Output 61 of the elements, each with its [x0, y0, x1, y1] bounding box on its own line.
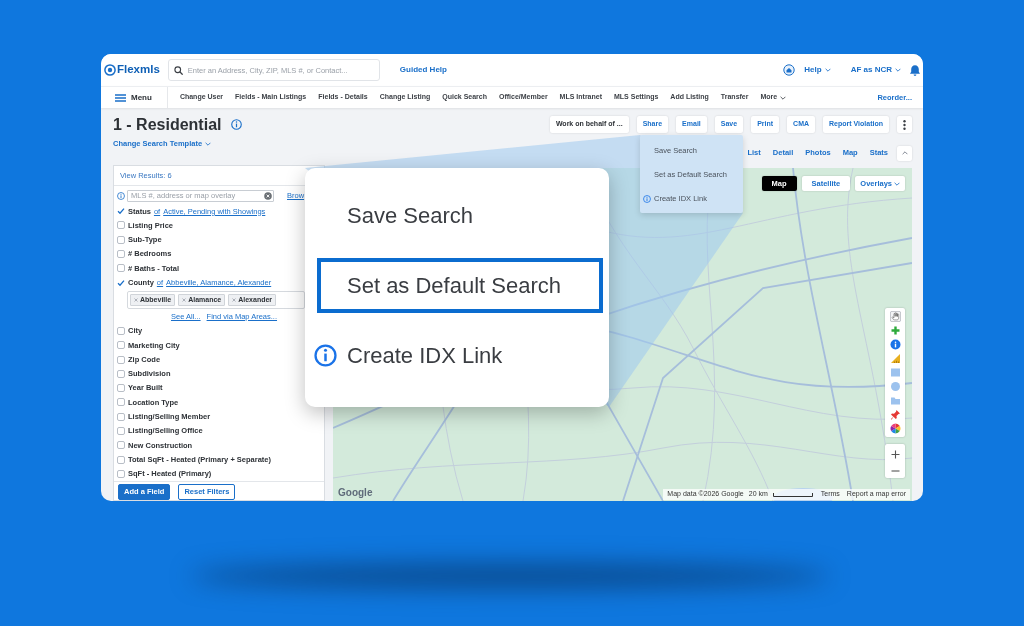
menu-icon [115, 93, 126, 102]
checkbox[interactable] [117, 369, 125, 378]
checkbox[interactable] [117, 355, 125, 364]
checkbox[interactable] [117, 412, 125, 421]
zoom-in-icon[interactable] [890, 449, 900, 459]
remove-icon[interactable] [134, 297, 138, 302]
callout-menu-item[interactable]: Set as Default Search [317, 258, 603, 313]
plus-icon[interactable] [889, 325, 901, 336]
user-menu[interactable]: AF as NCR [850, 64, 901, 76]
checkbox[interactable] [117, 427, 125, 435]
ruler-icon[interactable] [889, 353, 901, 364]
info-icon [643, 195, 651, 203]
logo-icon [104, 64, 116, 76]
collapse-button[interactable] [897, 145, 912, 161]
kebab-icon [903, 119, 906, 130]
callout-menu-item[interactable]: Save Search [317, 188, 603, 243]
checkbox[interactable] [117, 469, 125, 478]
scale-bar [772, 492, 813, 497]
checkbox[interactable] [117, 235, 125, 244]
chevron-down-icon [205, 141, 212, 146]
search-icon [173, 65, 183, 75]
checkbox[interactable] [117, 455, 125, 464]
zoom-out-icon[interactable] [890, 470, 900, 473]
checkbox[interactable] [117, 398, 125, 407]
callout-menu-item[interactable]: Create IDX Link [317, 328, 603, 383]
chevron-down-icon [780, 95, 787, 100]
info-icon[interactable] [117, 191, 125, 200]
bell-icon[interactable] [909, 63, 921, 77]
color-wheel-icon[interactable] [889, 423, 901, 434]
chevron-down-icon [824, 68, 831, 72]
clear-icon[interactable] [264, 191, 272, 200]
checkbox[interactable] [117, 384, 125, 393]
google-logo: Google [338, 486, 373, 500]
checkbox[interactable] [117, 250, 125, 259]
pin-icon[interactable] [889, 409, 901, 420]
info-icon[interactable] [889, 339, 901, 350]
logo: Flexmls [117, 62, 160, 78]
menu-button[interactable]: Menu [101, 87, 168, 108]
chevron-down-icon [895, 68, 901, 72]
remove-icon[interactable] [182, 297, 187, 302]
chevron-up-icon [901, 151, 908, 155]
checkbox[interactable] [117, 341, 125, 350]
checkbox[interactable] [117, 221, 125, 230]
page-title: 1 - Residential [113, 114, 222, 135]
square-icon[interactable] [889, 367, 901, 378]
remove-icon[interactable] [232, 297, 237, 302]
checkbox[interactable] [117, 441, 125, 450]
checkbox[interactable] [117, 207, 125, 216]
chevron-down-icon [894, 181, 900, 186]
checkbox[interactable] [117, 264, 125, 273]
house-icon[interactable] [783, 64, 796, 76]
help-menu[interactable]: Help [804, 64, 831, 76]
info-icon[interactable] [231, 119, 243, 130]
more-button[interactable] [897, 116, 912, 133]
checkbox[interactable] [117, 278, 125, 287]
checkbox[interactable] [117, 326, 125, 335]
circle-icon[interactable] [889, 381, 901, 392]
guided-help-link[interactable]: Guided Help [399, 64, 447, 76]
info-icon [314, 344, 337, 367]
folder-icon[interactable] [889, 395, 901, 406]
hand-icon[interactable] [889, 311, 901, 322]
